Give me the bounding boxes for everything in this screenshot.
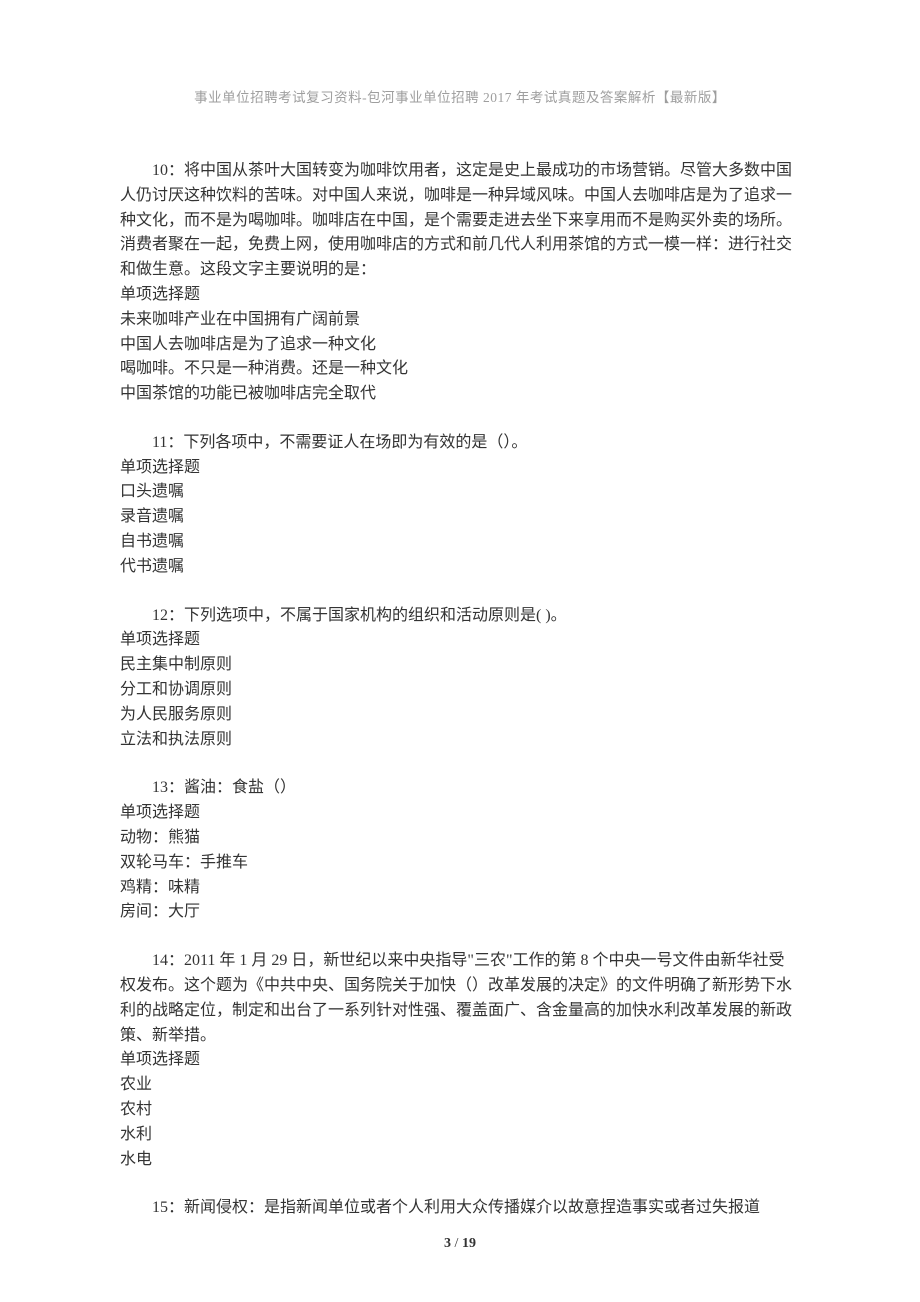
question-11: 11：下列各项中，不需要证人在场即为有效的是（）。 单项选择题 口头遗嘱 录音遗… bbox=[120, 431, 800, 580]
option-b: 录音遗嘱 bbox=[120, 505, 800, 530]
question-stem: 10：将中国从茶叶大国转变为咖啡饮用者，这定是史上最成功的市场营销。尽管大多数中… bbox=[120, 159, 800, 283]
question-type: 单项选择题 bbox=[120, 283, 800, 308]
option-c: 为人民服务原则 bbox=[120, 703, 800, 728]
question-14: 14：2011 年 1 月 29 日，新世纪以来中央指导"三农"工作的第 8 个… bbox=[120, 949, 800, 1172]
option-d: 房间：大厅 bbox=[120, 900, 800, 925]
question-15: 15：新闻侵权：是指新闻单位或者个人利用大众传播媒介以故意捏造事实或者过失报道 bbox=[120, 1196, 800, 1221]
question-type: 单项选择题 bbox=[120, 801, 800, 826]
option-b: 双轮马车：手推车 bbox=[120, 851, 800, 876]
option-c: 水利 bbox=[120, 1123, 800, 1148]
option-d: 代书遗嘱 bbox=[120, 555, 800, 580]
option-d: 中国茶馆的功能已被咖啡店完全取代 bbox=[120, 382, 800, 407]
option-d: 水电 bbox=[120, 1148, 800, 1173]
question-stem: 11：下列各项中，不需要证人在场即为有效的是（）。 bbox=[120, 431, 800, 456]
option-c: 鸡精：味精 bbox=[120, 876, 800, 901]
option-c: 喝咖啡。不只是一种消费。还是一种文化 bbox=[120, 357, 800, 382]
option-b: 分工和协调原则 bbox=[120, 678, 800, 703]
option-a: 未来咖啡产业在中国拥有广阔前景 bbox=[120, 308, 800, 333]
page-current: 3 bbox=[444, 1236, 451, 1251]
option-b: 中国人去咖啡店是为了追求一种文化 bbox=[120, 333, 800, 358]
option-b: 农村 bbox=[120, 1098, 800, 1123]
option-c: 自书遗嘱 bbox=[120, 530, 800, 555]
question-10: 10：将中国从茶叶大国转变为咖啡饮用者，这定是史上最成功的市场营销。尽管大多数中… bbox=[120, 159, 800, 407]
option-a: 口头遗嘱 bbox=[120, 480, 800, 505]
question-stem: 15：新闻侵权：是指新闻单位或者个人利用大众传播媒介以故意捏造事实或者过失报道 bbox=[120, 1196, 800, 1221]
question-stem: 14：2011 年 1 月 29 日，新世纪以来中央指导"三农"工作的第 8 个… bbox=[120, 949, 800, 1048]
question-13: 13：酱油：食盐（） 单项选择题 动物：熊猫 双轮马车：手推车 鸡精：味精 房间… bbox=[120, 776, 800, 925]
page-footer: 3 / 19 bbox=[0, 1236, 920, 1252]
question-type: 单项选择题 bbox=[120, 628, 800, 653]
page-sep: / bbox=[451, 1236, 462, 1251]
question-type: 单项选择题 bbox=[120, 1048, 800, 1073]
page-total: 19 bbox=[462, 1236, 476, 1251]
option-a: 农业 bbox=[120, 1073, 800, 1098]
page-header: 事业单位招聘考试复习资料-包河事业单位招聘 2017 年考试真题及答案解析【最新… bbox=[120, 88, 800, 109]
option-d: 立法和执法原则 bbox=[120, 728, 800, 753]
document-page: 事业单位招聘考试复习资料-包河事业单位招聘 2017 年考试真题及答案解析【最新… bbox=[0, 0, 920, 1221]
question-type: 单项选择题 bbox=[120, 456, 800, 481]
option-a: 民主集中制原则 bbox=[120, 653, 800, 678]
question-stem: 12：下列选项中，不属于国家机构的组织和活动原则是( )。 bbox=[120, 604, 800, 629]
option-a: 动物：熊猫 bbox=[120, 826, 800, 851]
question-stem: 13：酱油：食盐（） bbox=[120, 776, 800, 801]
question-12: 12：下列选项中，不属于国家机构的组织和活动原则是( )。 单项选择题 民主集中… bbox=[120, 604, 800, 753]
